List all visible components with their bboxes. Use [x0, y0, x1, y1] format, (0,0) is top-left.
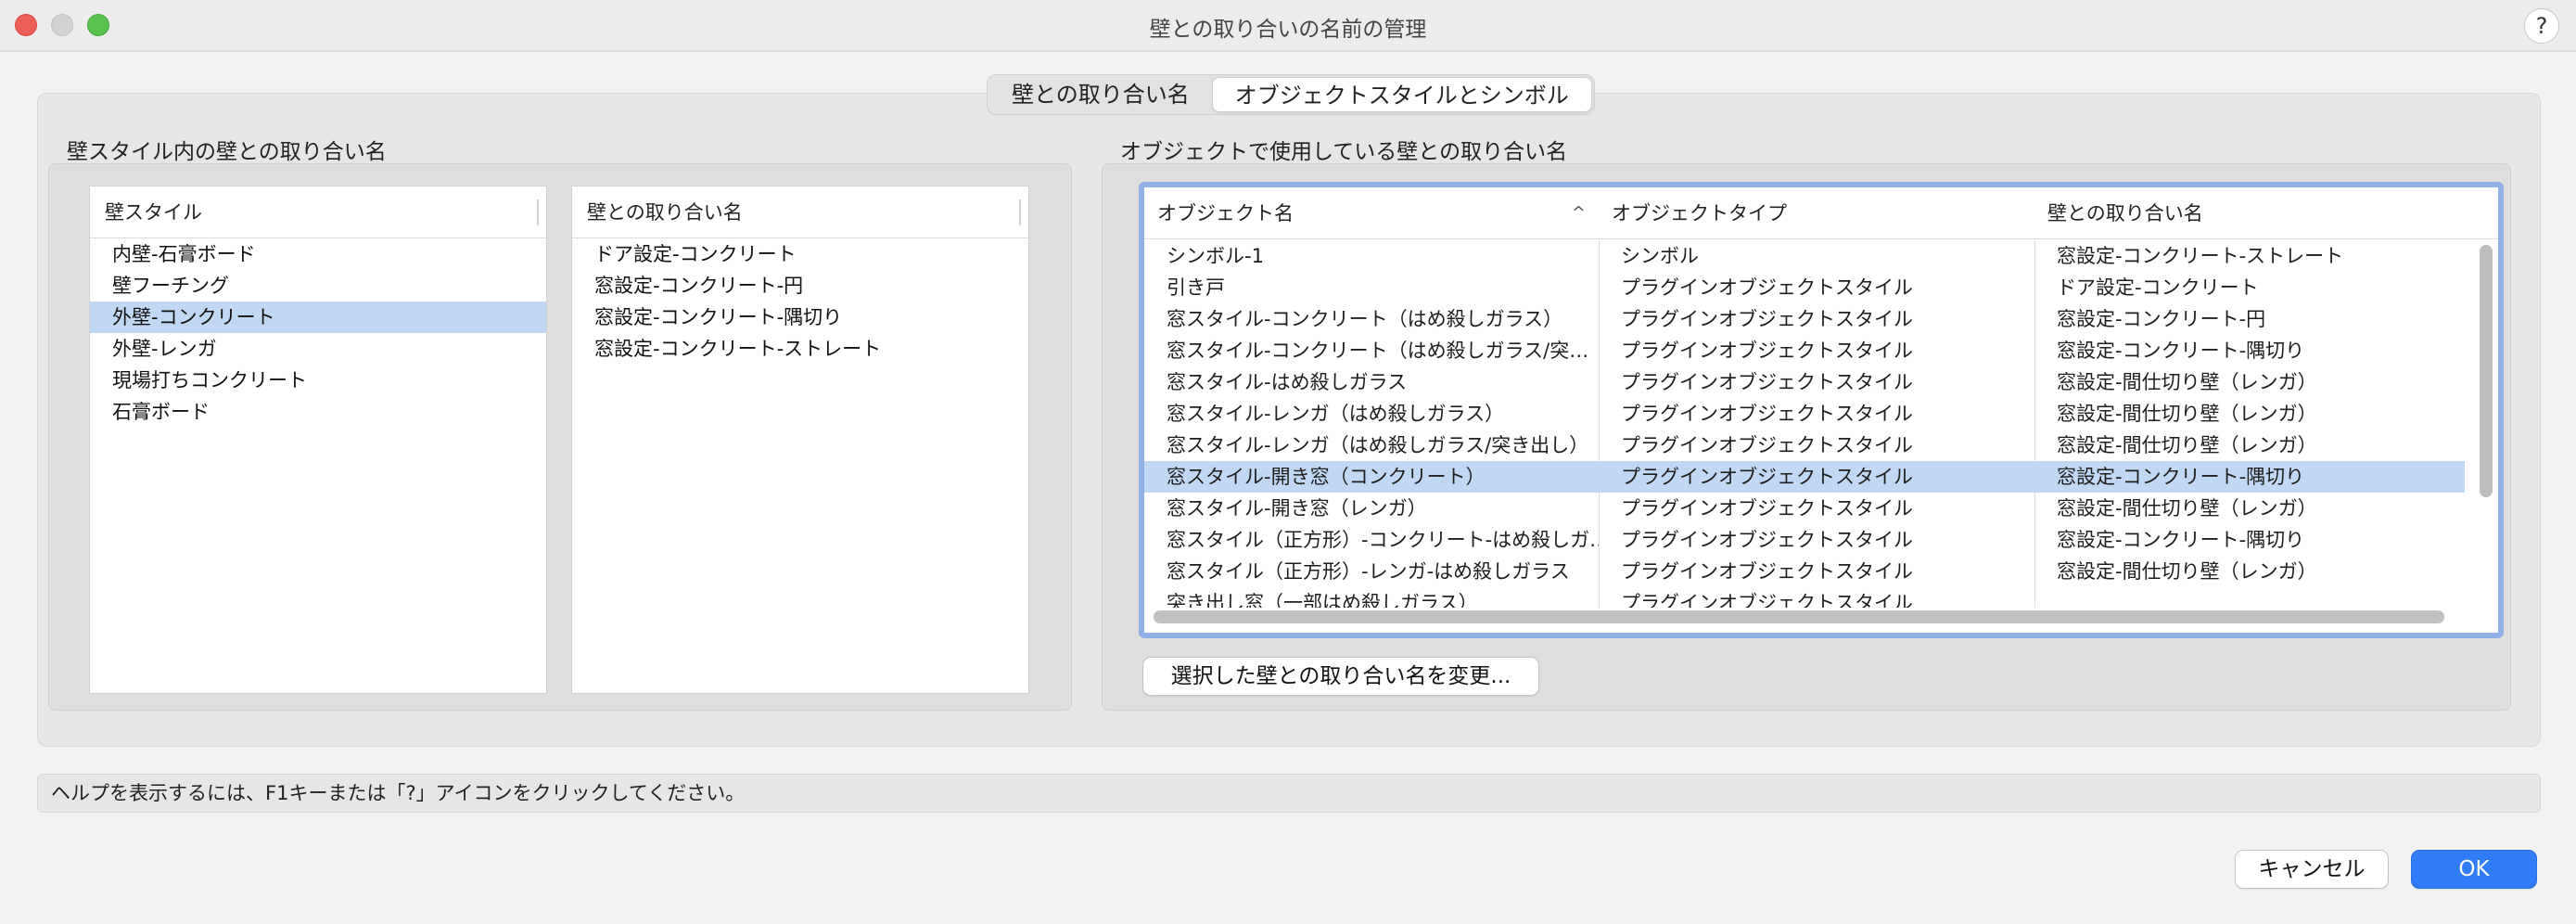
list-item[interactable]: 壁フーチング [90, 270, 546, 302]
junction-names-header[interactable]: 壁との取り合い名 [572, 186, 1028, 238]
table-row[interactable]: 窓スタイル-開き窓（コンクリート） プラグインオブジェクトスタイル 窓設定-コンクリ… [1144, 461, 2465, 493]
table-cell: プラグインオブジェクトスタイル [1621, 497, 1913, 520]
list-item[interactable]: 窓設定-コンクリート-円 [572, 270, 1028, 302]
table-row[interactable]: 窓スタイル-レンガ（はめ殺しガラス/突き出し） プラグインオブジェクトスタイル 窓設… [1144, 430, 2465, 461]
table-cell: 窓スタイル-はめ殺しガラス [1167, 371, 1408, 393]
table-header: オブジェクト名 ^ オブジェクトタイプ 壁との取り合い名 [1144, 187, 2498, 239]
table-cell: 窓設定-間仕切り壁（レンガ） [2057, 434, 2317, 456]
left-section-title: 壁スタイル内の壁との取り合い名 [67, 140, 387, 164]
list-item[interactable]: 外壁-レンガ [90, 333, 546, 365]
tab-object-styles-symbols[interactable]: オブジェクトスタイルとシンボル [1211, 77, 1592, 112]
table-rows: シンボル-1 シンボル 窓設定-コンクリート-ストレート 引き戸 プラグインオブジェクト… [1144, 240, 2465, 608]
list-item[interactable]: 窓設定-コンクリート-ストレート [572, 333, 1028, 365]
junction-names-list[interactable]: 壁との取り合い名 ドア設定-コンクリート 窓設定-コンクリート-円 窓設定-コン… [571, 186, 1029, 694]
table-cell: 引き戸 [1167, 276, 1225, 299]
table-cell: 窓設定-間仕切り壁（レンガ） [2057, 560, 2317, 583]
ok-button[interactable]: OK [2411, 850, 2537, 889]
table-cell: 窓スタイル（正方形）-レンガ-はめ殺しガラス [1167, 560, 1570, 583]
vertical-scrollbar[interactable] [2480, 245, 2493, 497]
cancel-button[interactable]: キャンセル [2235, 850, 2389, 889]
table-cell: ドア設定-コンクリート [2057, 276, 2259, 299]
object-table-body: オブジェクト名 ^ オブジェクトタイプ 壁との取り合い名 シンボル-1 シンボル窓… [1144, 187, 2498, 633]
window-title: 壁との取り合いの名前の管理 [1149, 18, 1427, 42]
table-row[interactable]: 窓スタイル-コンクリート（はめ殺しガラス/突… プラグインオブジェクトスタイル 窓設… [1144, 335, 2465, 366]
table-cell: プラグインオブジェクトスタイル [1621, 371, 1913, 393]
table-row[interactable]: 窓スタイル-コンクリート（はめ殺しガラス） プラグインオブジェクトスタイル 窓設定-… [1144, 303, 2465, 335]
table-cell: プラグインオブジェクトスタイル [1621, 592, 1913, 608]
table-row[interactable]: 窓スタイル-開き窓（レンガ） プラグインオブジェクトスタイル 窓設定-間仕切り壁（レ… [1144, 493, 2465, 524]
dialog-window: 壁との取り合いの名前の管理 ? 壁との取り合い名 オブジェクトスタイルとシンボル… [0, 0, 2576, 924]
column-separator [537, 199, 539, 225]
table-cell: 突き出し窓（一部はめ殺しガラス） [1167, 592, 1478, 608]
table-cell: 窓スタイル-レンガ（はめ殺しガラス） [1167, 403, 1505, 425]
table-cell [2034, 587, 2465, 608]
list-item[interactable]: 外壁-コンクリート [90, 302, 546, 333]
table-cell: 窓スタイル-開き窓（コンクリート） [1167, 466, 1486, 488]
object-table[interactable]: オブジェクト名 ^ オブジェクトタイプ 壁との取り合い名 シンボル-1 シンボル窓… [1139, 182, 2504, 638]
table-row[interactable]: 窓スタイル-はめ殺しガラス プラグインオブジェクトスタイル 窓設定-間仕切り壁（レン… [1144, 366, 2465, 398]
table-cell: プラグインオブジェクトスタイル [1621, 403, 1913, 425]
horizontal-scrollbar[interactable] [1154, 610, 2444, 623]
wall-styles-header[interactable]: 壁スタイル [90, 186, 546, 238]
table-cell: 窓設定-コンクリート-隅切り [2057, 466, 2305, 488]
column-header-object-type[interactable]: オブジェクトタイプ [1599, 187, 2034, 238]
list-item[interactable]: 内壁-石膏ボード [90, 238, 546, 270]
sort-ascending-icon: ^ [1571, 203, 1586, 223]
table-cell: プラグインオブジェクトスタイル [1621, 560, 1913, 583]
list-item[interactable]: 窓設定-コンクリート-隅切り [572, 302, 1028, 333]
column-header-object-name[interactable]: オブジェクト名 ^ [1144, 187, 1599, 238]
table-cell: 窓スタイル-コンクリート（はめ殺しガラス） [1167, 308, 1563, 330]
table-row[interactable]: 引き戸 プラグインオブジェクトスタイル ドア設定-コンクリート [1144, 272, 2465, 303]
table-cell: 窓設定-間仕切り壁（レンガ） [2057, 371, 2317, 393]
table-cell: プラグインオブジェクトスタイル [1621, 340, 1913, 362]
status-help-text: ヘルプを表示するには、F1キーまたは「?」アイコンをクリックしてください。 [37, 774, 2541, 813]
column-separator [1019, 199, 1021, 225]
table-cell: プラグインオブジェクトスタイル [1621, 276, 1913, 299]
tab-junction-names[interactable]: 壁との取り合い名 [989, 77, 1212, 112]
table-cell: シンボル [1621, 245, 1699, 267]
list-item[interactable]: ドア設定-コンクリート [572, 238, 1028, 270]
table-cell: 窓設定-コンクリート-円 [2057, 308, 2266, 330]
table-cell: プラグインオブジェクトスタイル [1621, 529, 1913, 551]
title-bar: 壁との取り合いの名前の管理 ? [0, 0, 2576, 52]
table-cell: 窓スタイル（正方形）-コンクリート-はめ殺しガ… [1167, 529, 1599, 551]
table-cell: 窓設定-間仕切り壁（レンガ） [2057, 403, 2317, 425]
table-cell: プラグインオブジェクトスタイル [1621, 466, 1913, 488]
right-section-title: オブジェクトで使用している壁との取り合い名 [1120, 140, 1568, 164]
table-cell: 窓スタイル-コンクリート（はめ殺しガラス/突… [1167, 340, 1589, 362]
table-cell: プラグインオブジェクトスタイル [1621, 308, 1913, 330]
table-row[interactable]: 窓スタイル（正方形）-コンクリート-はめ殺しガ… プラグインオブジェクトスタイル 窓… [1144, 524, 2465, 556]
list-item[interactable]: 現場打ちコンクリート [90, 365, 546, 396]
table-cell: プラグインオブジェクトスタイル [1621, 434, 1913, 456]
table-cell: 窓設定-コンクリート-隅切り [2057, 529, 2305, 551]
change-junction-name-button[interactable]: 選択した壁との取り合い名を変更... [1142, 657, 1539, 696]
table-cell: 窓設定-コンクリート-隅切り [2057, 340, 2305, 362]
wall-styles-list[interactable]: 壁スタイル 内壁-石膏ボード 壁フーチング 外壁-コンクリート 外壁-レンガ 現… [89, 186, 547, 694]
table-cell: 窓設定-間仕切り壁（レンガ） [2057, 497, 2317, 520]
list-item[interactable]: 石膏ボード [90, 396, 546, 428]
table-cell: シンボル-1 [1167, 245, 1264, 267]
table-row[interactable]: 窓スタイル-レンガ（はめ殺しガラス） プラグインオブジェクトスタイル 窓設定-間仕切… [1144, 398, 2465, 430]
table-row[interactable]: 突き出し窓（一部はめ殺しガラス） プラグインオブジェクトスタイル [1144, 587, 2465, 608]
table-cell: 窓設定-コンクリート-ストレート [2057, 245, 2344, 267]
table-row[interactable]: 窓スタイル（正方形）-レンガ-はめ殺しガラス プラグインオブジェクトスタイル 窓設定… [1144, 556, 2465, 587]
help-icon[interactable]: ? [2524, 8, 2559, 44]
table-row[interactable]: シンボル-1 シンボル 窓設定-コンクリート-ストレート [1144, 240, 2465, 272]
column-header-junction-name[interactable]: 壁との取り合い名 [2034, 187, 2498, 238]
segmented-tabs: 壁との取り合い名 オブジェクトスタイルとシンボル [987, 74, 1595, 115]
table-cell: 窓スタイル-開き窓（レンガ） [1167, 497, 1427, 520]
table-cell: 窓スタイル-レンガ（はめ殺しガラス/突き出し） [1167, 434, 1589, 456]
